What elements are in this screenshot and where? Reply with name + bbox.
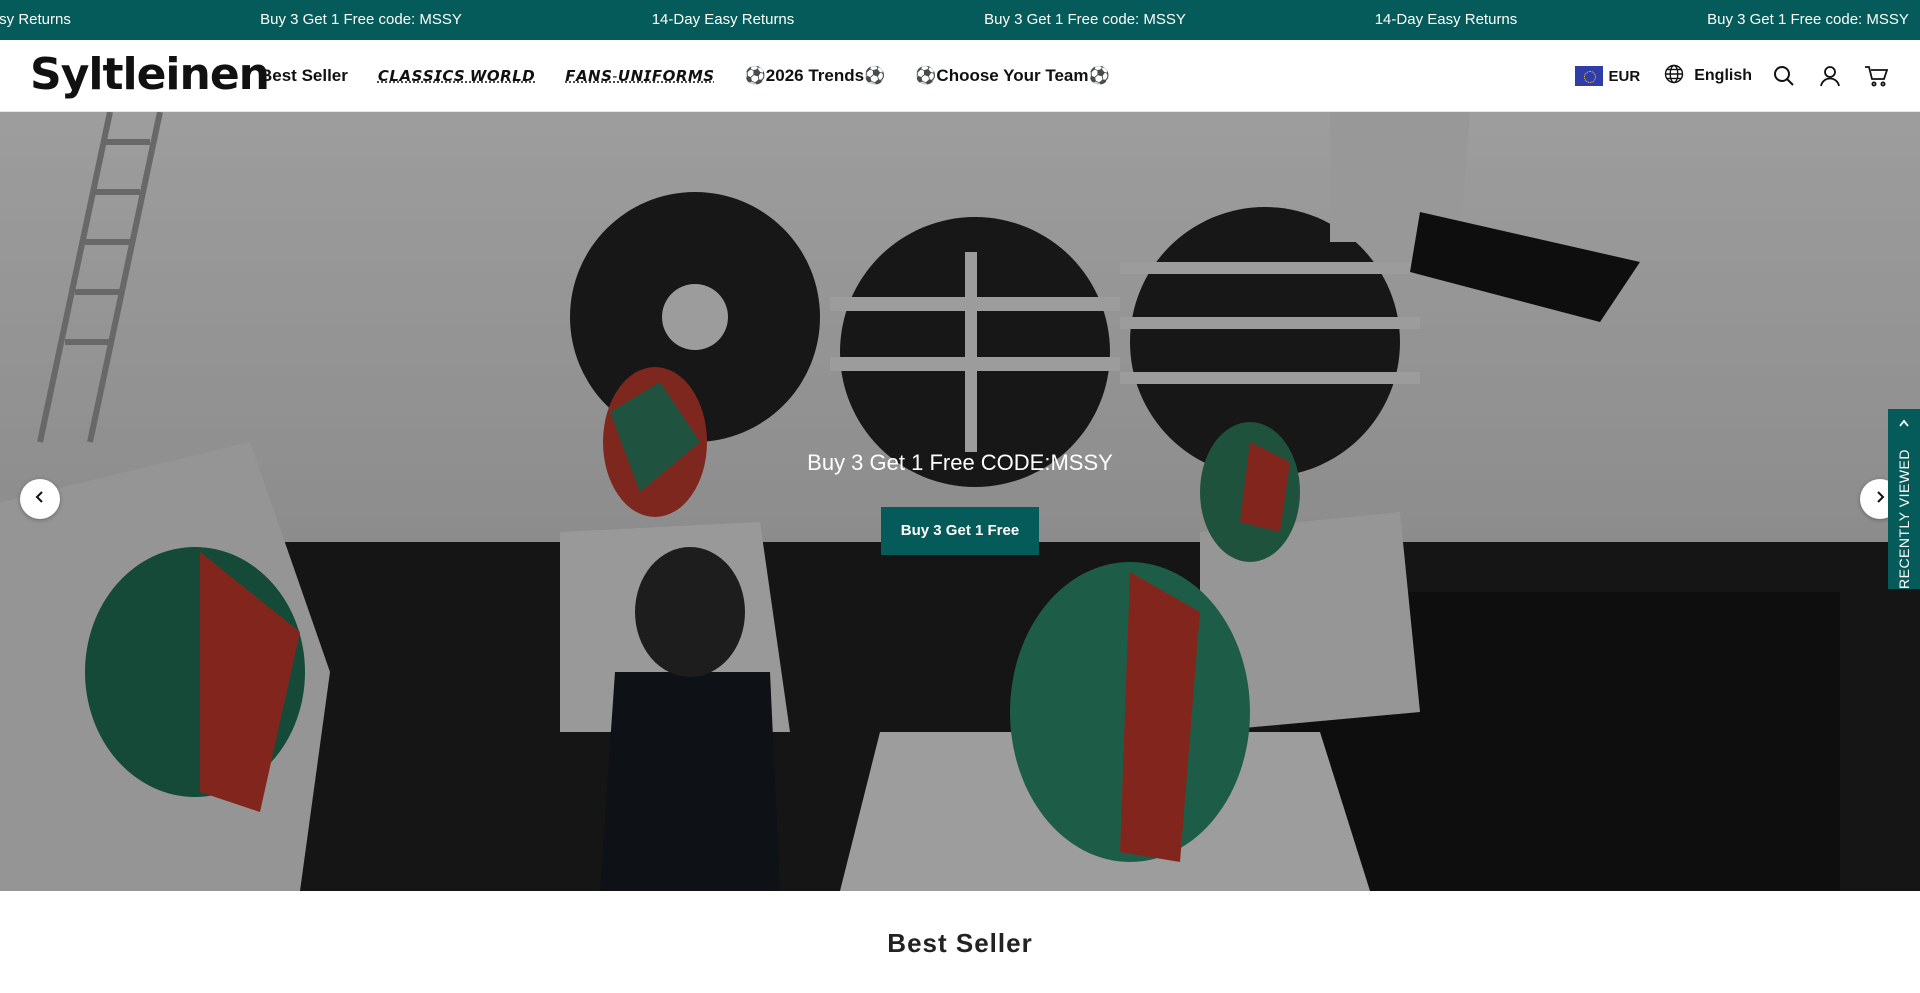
hero-headline: Buy 3 Get 1 Free CODE:MSSY	[807, 450, 1113, 475]
announcement-bar: sy Returns Buy 3 Get 1 Free code: MSSY 1…	[0, 0, 1920, 40]
cart-icon[interactable]	[1862, 62, 1890, 90]
site-logo[interactable]: Syltleinen	[30, 49, 270, 101]
chevron-left-icon	[34, 490, 46, 509]
announcement-message: 14-Day Easy Returns	[1374, 11, 1518, 28]
nav-classics-world[interactable]: 𝘾𝙇𝘼𝙎𝙎𝙄𝘾𝙎 𝙒𝙊𝙍𝙇𝘿	[378, 67, 535, 85]
globe-icon	[1664, 64, 1684, 89]
nav-best-seller[interactable]: Best Seller	[260, 66, 348, 86]
section-title-best-seller: Best Seller	[887, 928, 1033, 958]
header-actions: EUR English	[1574, 40, 1890, 112]
language-label: English	[1694, 67, 1752, 84]
hero-slideshow: Buy 3 Get 1 Free CODE:MSSY Buy 3 Get 1 F…	[0, 112, 1920, 891]
chevron-up-icon	[1897, 417, 1911, 436]
nav-2026-trends[interactable]: ⚽2026 Trends⚽	[745, 66, 886, 86]
announcement-message: 14-Day Easy Returns	[651, 11, 795, 28]
announcement-message: sy Returns	[0, 11, 71, 28]
nav-fans-uniforms[interactable]: 𝙁𝘼𝙉𝙎-𝙐𝙉𝙄𝙁𝙊𝙍𝙈𝙎	[565, 67, 714, 85]
currency-label: EUR	[1608, 67, 1641, 85]
recently-viewed-tab[interactable]: RECENTLY VIEWED	[1888, 409, 1920, 589]
site-header: Syltleinen Best Seller 𝘾𝙇𝘼𝙎𝙎𝙄𝘾𝙎 𝙒𝙊𝙍𝙇𝘿 𝙁𝘼…	[0, 40, 1920, 112]
recently-viewed-label: RECENTLY VIEWED	[1896, 448, 1912, 590]
hero-overlay	[0, 112, 1920, 891]
chevron-right-icon	[1874, 490, 1886, 509]
eu-flag-icon	[1574, 66, 1603, 86]
announcement-message: Buy 3 Get 1 Free code: MSSY	[260, 11, 462, 28]
nav-choose-your-team[interactable]: ⚽Choose Your Team⚽	[915, 66, 1109, 86]
hero-cta-button[interactable]: Buy 3 Get 1 Free	[881, 507, 1039, 555]
main-nav: Best Seller 𝘾𝙇𝘼𝙎𝙎𝙄𝘾𝙎 𝙒𝙊𝙍𝙇𝘿 𝙁𝘼𝙉𝙎-𝙐𝙉𝙄𝙁𝙊𝙍𝙈𝙎…	[260, 40, 1110, 112]
currency-selector[interactable]: EUR	[1574, 66, 1641, 86]
search-icon[interactable]	[1770, 62, 1798, 90]
announcement-message: Buy 3 Get 1 Free code: MSSY	[1707, 11, 1909, 28]
slideshow-prev-button[interactable]	[20, 479, 60, 519]
language-selector[interactable]: English	[1664, 64, 1752, 89]
account-icon[interactable]	[1816, 62, 1844, 90]
announcement-message: Buy 3 Get 1 Free code: MSSY	[984, 11, 1186, 28]
